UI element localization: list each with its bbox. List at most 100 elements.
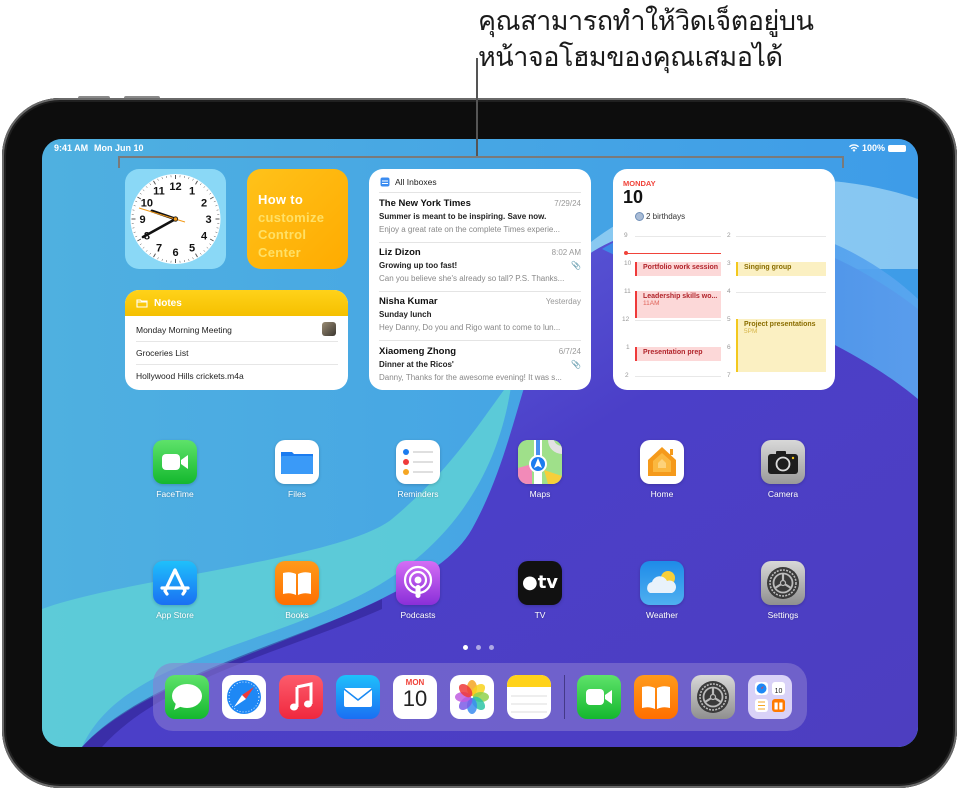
mail-item[interactable]: Nisha Kumar Yesterday Sunday lunch Hey D… bbox=[379, 296, 581, 344]
current-time-indicator bbox=[625, 253, 721, 254]
clock-numeral: 5 bbox=[189, 243, 195, 255]
safari-icon bbox=[227, 680, 261, 714]
battery-icon bbox=[888, 144, 906, 152]
note-label: Hollywood Hills crickets.m4a bbox=[136, 370, 244, 381]
home-screen: 9:41 AM Mon Jun 10 100% 12 1 2 3 4 5 6 7 8 9 10 11 … bbox=[42, 139, 918, 747]
page-indicator[interactable] bbox=[463, 645, 494, 650]
hour-label: 6 bbox=[727, 344, 731, 351]
clock-numeral: 4 bbox=[201, 231, 208, 243]
messages-icon bbox=[172, 684, 202, 710]
tips-widget[interactable]: How to customize Control Center bbox=[247, 169, 348, 269]
divider bbox=[379, 192, 581, 193]
tip-line-1: How to bbox=[258, 192, 304, 207]
current-time-dot bbox=[624, 251, 628, 255]
mail-date: Yesterday bbox=[545, 297, 581, 306]
dock-safari[interactable] bbox=[222, 675, 266, 719]
mail-date: 8:02 AM bbox=[551, 248, 581, 257]
dock-recent-settings[interactable] bbox=[691, 675, 735, 719]
mail-date: 7/29/24 bbox=[554, 199, 581, 208]
clock-numeral: 10 bbox=[141, 198, 153, 210]
app-settings[interactable]: Settings bbox=[753, 561, 813, 620]
app-podcasts[interactable]: Podcasts bbox=[388, 561, 448, 620]
app-label: Home bbox=[650, 489, 674, 499]
mail-item[interactable]: The New York Times 7/29/24 Summer is mea… bbox=[379, 198, 581, 246]
calendar-event[interactable]: Leadership skills wo... 11AM bbox=[635, 291, 721, 318]
notes-item[interactable]: Hollywood Hills crickets.m4a bbox=[136, 364, 338, 387]
dock-recent-facetime[interactable] bbox=[577, 675, 621, 719]
app-weather[interactable]: Weather bbox=[632, 561, 692, 620]
mail-preview: Enjoy a great rate on the complete Times… bbox=[379, 225, 560, 234]
page-dot-active[interactable] bbox=[463, 645, 468, 650]
clock-widget[interactable]: 12 1 2 3 4 5 6 7 8 9 10 11 bbox=[125, 169, 226, 269]
notes-icon bbox=[507, 675, 551, 713]
svg-text:10: 10 bbox=[775, 688, 783, 695]
app-app-store[interactable]: App Store bbox=[145, 561, 205, 620]
dock-calendar[interactable]: MON 10 bbox=[393, 675, 437, 719]
clock-numeral: 7 bbox=[156, 243, 162, 255]
calendar-event[interactable]: Singing group bbox=[736, 262, 826, 276]
clock-numeral: 9 bbox=[139, 214, 145, 226]
app-files[interactable]: Files bbox=[267, 440, 327, 499]
app-maps[interactable]: Maps bbox=[510, 440, 570, 499]
hour-label: 2 bbox=[727, 232, 731, 239]
analog-clock-face: 12 1234567891011 bbox=[130, 174, 221, 264]
mail-widget[interactable]: All Inboxes The New York Times 7/29/24 S… bbox=[369, 169, 591, 390]
hour-line bbox=[736, 292, 826, 293]
app-label: TV bbox=[534, 610, 546, 620]
event-title: Portfolio work session bbox=[643, 264, 719, 271]
app-tv[interactable]: ●tv TV bbox=[510, 561, 570, 620]
calendar-event[interactable]: Presentation prep bbox=[635, 347, 721, 361]
tv-logo-text: tv bbox=[537, 572, 559, 593]
weather-icon bbox=[640, 561, 684, 605]
dock-app-library[interactable]: 10 bbox=[748, 675, 792, 719]
event-time: 11AM bbox=[643, 300, 660, 307]
calendar-event[interactable]: Project presentations 5PM bbox=[736, 319, 826, 372]
mail-preview: Can you believe she's already so tall? P… bbox=[379, 274, 565, 283]
dock-mail[interactable] bbox=[336, 675, 380, 719]
clock-numeral: 1 bbox=[189, 185, 195, 197]
app-label: Reminders bbox=[397, 489, 439, 499]
event-title: Project presentations bbox=[744, 321, 816, 328]
dock-music[interactable] bbox=[279, 675, 323, 719]
hour-label: 2 bbox=[625, 372, 629, 379]
mail-sender: Liz Dizon bbox=[379, 247, 421, 258]
mail-icon bbox=[343, 688, 373, 707]
dock-photos[interactable] bbox=[450, 675, 494, 719]
notes-title: Notes bbox=[154, 297, 182, 309]
app-reminders[interactable]: Reminders bbox=[388, 440, 448, 499]
callout-bracket bbox=[118, 156, 844, 168]
dock-messages[interactable] bbox=[165, 675, 209, 719]
clock-numeral: 11 bbox=[153, 185, 165, 197]
mail-subject: Sunday lunch bbox=[379, 310, 432, 319]
app-facetime[interactable]: FaceTime bbox=[145, 440, 205, 499]
app-home[interactable]: Home bbox=[632, 440, 692, 499]
calendar-widget[interactable]: MONDAY 10 2 birthdays 9 10 11 12 1 2 2 3… bbox=[613, 169, 835, 390]
app-camera[interactable]: Camera bbox=[753, 440, 813, 499]
calendar-icon-day: 10 bbox=[402, 686, 428, 711]
app-books[interactable]: Books bbox=[267, 561, 327, 620]
app-label: Settings bbox=[767, 610, 799, 620]
mail-item[interactable]: Liz Dizon 8:02 AM Growing up too fast! 📎… bbox=[379, 247, 581, 295]
mail-item[interactable]: Xiaomeng Zhong 6/7/24 Dinner at the Rico… bbox=[379, 346, 581, 390]
mail-sender: Xiaomeng Zhong bbox=[379, 346, 457, 357]
settings-icon bbox=[761, 561, 805, 605]
mail-preview: Hey Danny, Do you and Rigo want to come … bbox=[379, 323, 561, 332]
clock-numeral: 2 bbox=[201, 198, 207, 210]
clock-numeral: 6 bbox=[172, 247, 178, 259]
notes-widget[interactable]: Notes Monday Morning Meeting Groceries L… bbox=[125, 290, 348, 390]
hour-line bbox=[635, 376, 721, 377]
hour-label: 4 bbox=[727, 288, 731, 295]
facetime-icon bbox=[586, 689, 612, 705]
mail-sender: Nisha Kumar bbox=[379, 296, 438, 307]
notes-item[interactable]: Monday Morning Meeting bbox=[136, 318, 338, 342]
dock-notes[interactable] bbox=[507, 675, 551, 719]
files-icon bbox=[275, 440, 319, 484]
dock-recent-books[interactable] bbox=[634, 675, 678, 719]
notes-item[interactable]: Groceries List bbox=[136, 341, 338, 365]
page-dot[interactable] bbox=[489, 645, 494, 650]
callout-leader-line bbox=[476, 58, 478, 156]
hour-line bbox=[635, 236, 721, 237]
page-dot[interactable] bbox=[476, 645, 481, 650]
calendar-event[interactable]: Portfolio work session bbox=[635, 262, 721, 276]
battery-percent: 100% bbox=[861, 143, 885, 153]
